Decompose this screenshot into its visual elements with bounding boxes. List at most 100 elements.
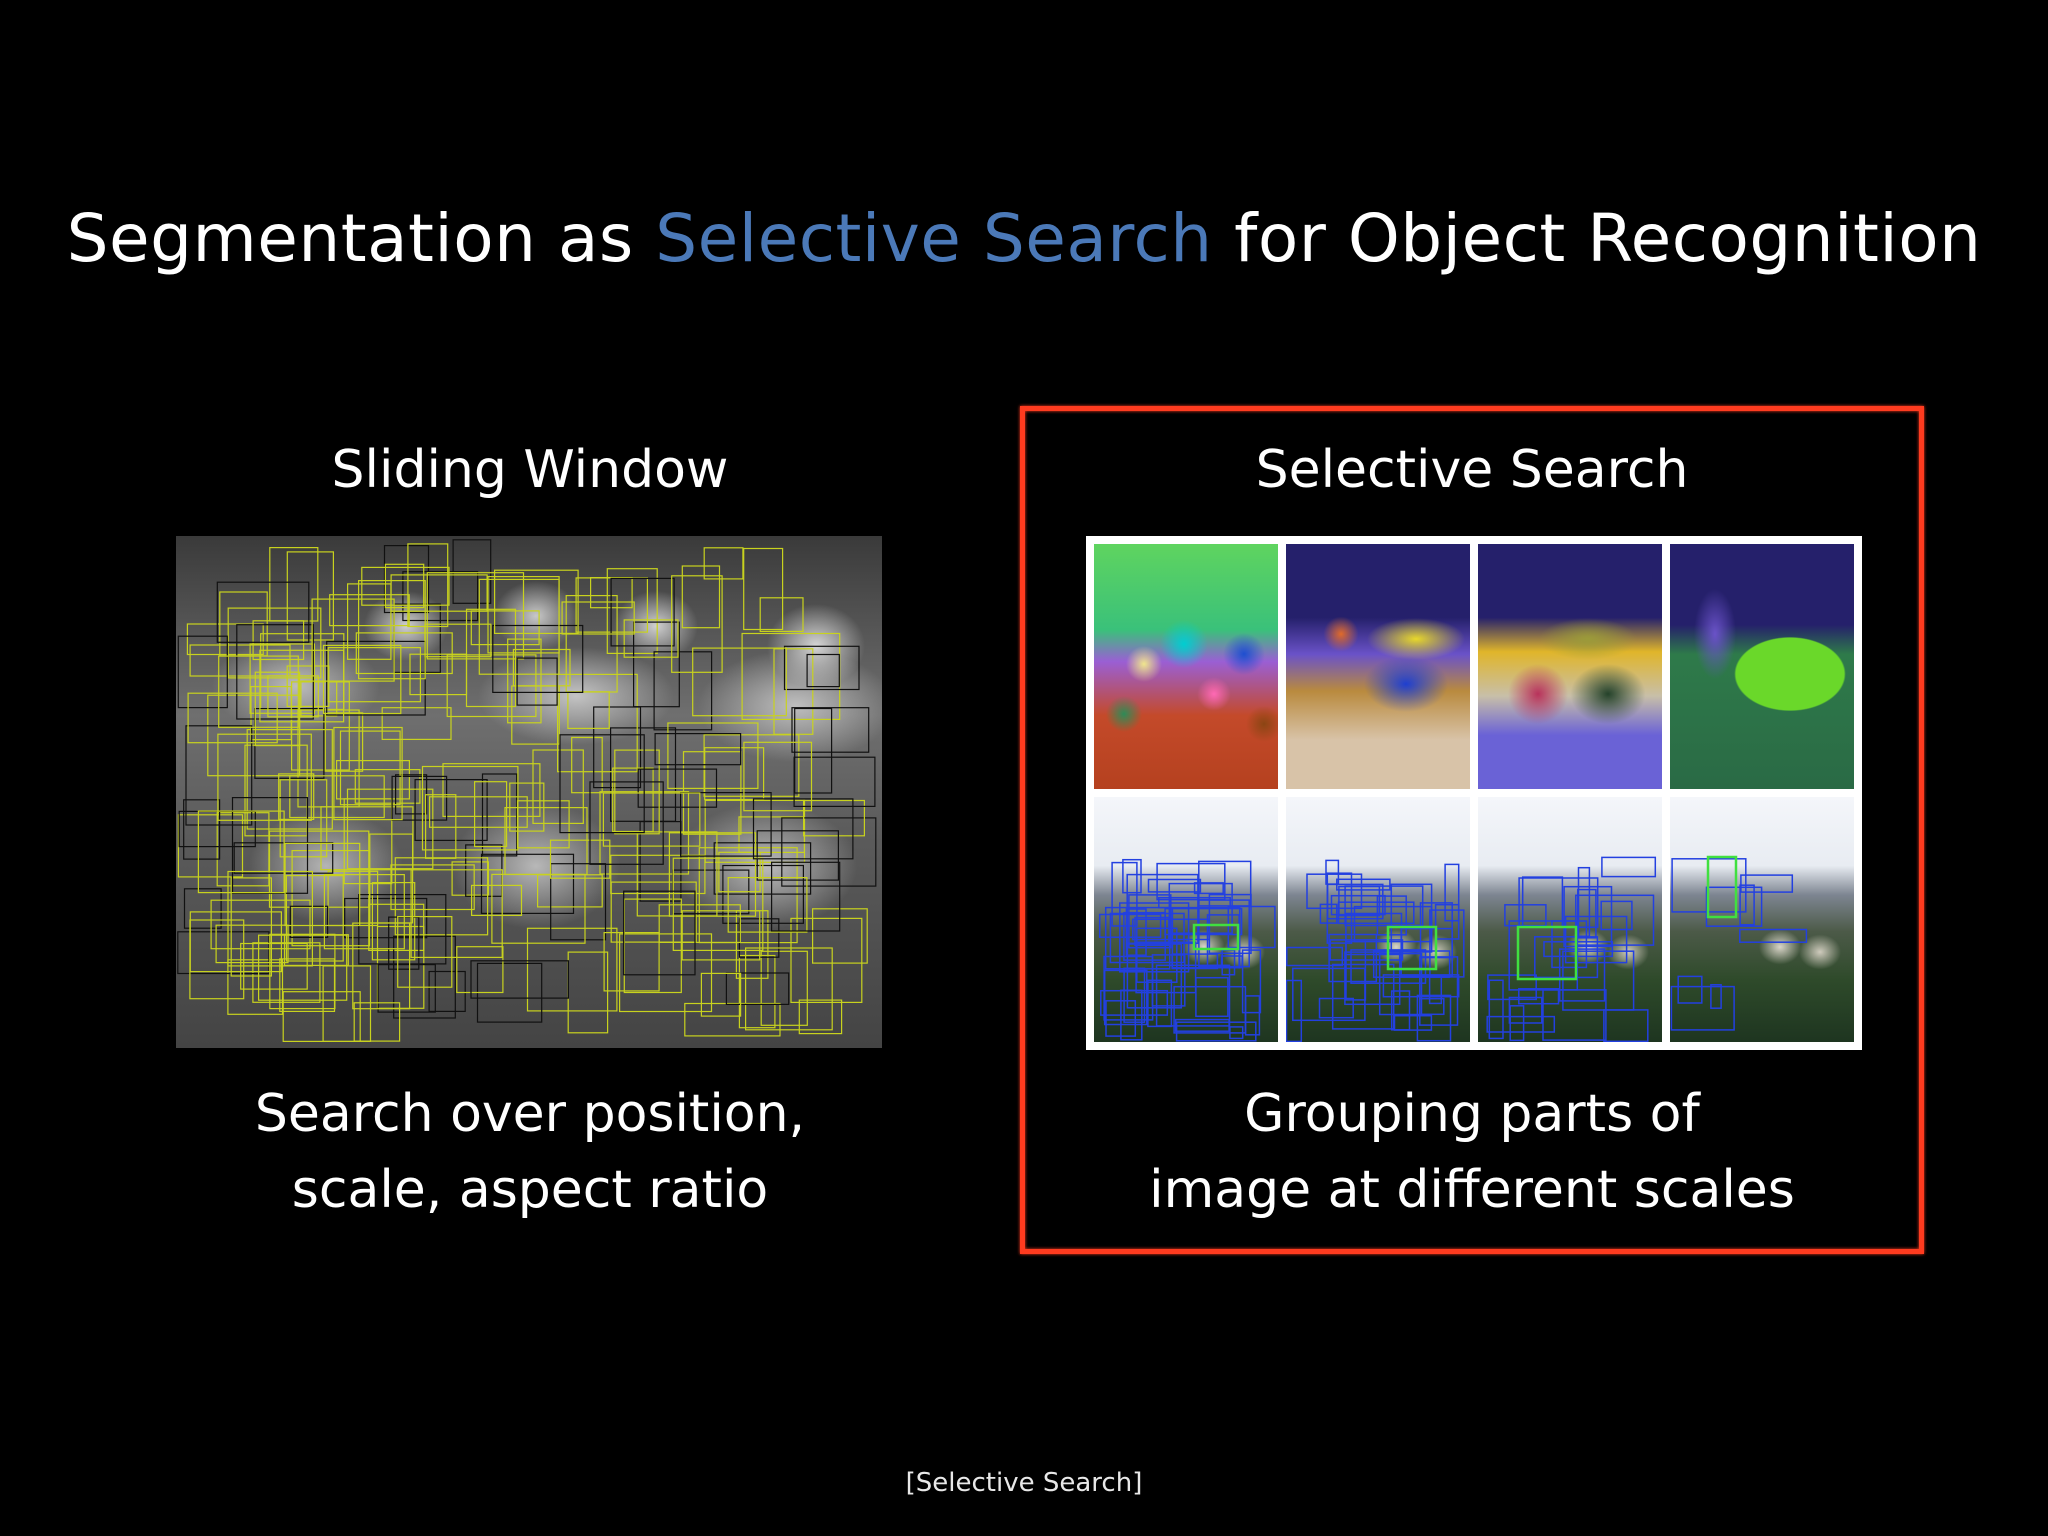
selective-search-image xyxy=(1086,536,1862,1050)
proposals-scale-4 xyxy=(1670,797,1854,1042)
window-box xyxy=(474,781,508,848)
window-box xyxy=(610,577,675,647)
proposal-box xyxy=(1504,904,1547,927)
window-box xyxy=(289,905,329,938)
sliding-window-boxes xyxy=(177,539,877,1043)
window-box xyxy=(442,763,541,817)
window-box xyxy=(428,970,466,1013)
window-box xyxy=(743,547,784,631)
window-box xyxy=(783,645,860,691)
window-box xyxy=(381,707,452,740)
proposals-scale-2 xyxy=(1286,797,1470,1042)
proposal-boxes xyxy=(1286,859,1465,1042)
proposal-box xyxy=(1147,878,1202,893)
segmentation-scale-4 xyxy=(1670,544,1854,789)
slide-title: Segmentation as Selective Search for Obj… xyxy=(0,200,2048,277)
window-box xyxy=(549,839,611,879)
window-box xyxy=(429,796,528,828)
sliding-window-image xyxy=(176,536,882,1048)
window-box xyxy=(355,632,453,675)
window-box xyxy=(703,547,744,580)
proposal-box xyxy=(1521,876,1564,928)
window-box xyxy=(269,547,319,622)
window-box xyxy=(358,579,426,680)
window-box xyxy=(320,806,414,871)
citation-footnote: [Selective Search] xyxy=(905,1468,1143,1498)
segmentation-scale-3 xyxy=(1478,544,1662,789)
proposal-box xyxy=(1710,984,1722,1009)
window-box xyxy=(593,706,642,789)
window-box xyxy=(233,842,334,874)
window-box xyxy=(186,623,264,656)
sliding-window-caption-line2: scale, aspect ratio xyxy=(291,1160,769,1220)
title-suffix: for Object Recognition xyxy=(1212,200,1982,277)
proposal-box xyxy=(1318,997,1354,1019)
window-box xyxy=(397,916,453,988)
proposal-boxes xyxy=(1670,855,1808,1031)
segmentation-scale-1 xyxy=(1094,544,1278,789)
window-box xyxy=(561,601,635,635)
window-box xyxy=(798,999,843,1035)
proposal-box xyxy=(1286,979,1303,1042)
window-box xyxy=(377,964,436,1013)
proposal-box xyxy=(1286,946,1344,967)
window-box xyxy=(653,651,713,731)
window-box xyxy=(183,799,221,860)
window-box xyxy=(322,644,402,715)
window-box xyxy=(491,873,586,944)
selected-proposal-box xyxy=(1386,925,1438,971)
window-box xyxy=(286,551,335,641)
window-box xyxy=(282,991,361,1043)
window-box xyxy=(189,644,291,677)
proposal-box xyxy=(1418,997,1445,1016)
window-box xyxy=(692,647,787,717)
proposal-box xyxy=(1677,975,1703,1004)
proposals-scale-1 xyxy=(1094,797,1278,1042)
window-box xyxy=(567,691,610,730)
proposal-box xyxy=(1122,858,1142,894)
proposal-box xyxy=(1103,955,1154,1021)
proposal-box xyxy=(1740,874,1794,893)
window-box xyxy=(456,946,504,994)
window-box xyxy=(177,931,270,975)
title-highlight: Selective Search xyxy=(655,200,1213,277)
window-box xyxy=(603,932,660,992)
slide: Segmentation as Selective Search for Obj… xyxy=(0,0,2048,1536)
window-box xyxy=(602,792,701,847)
sliding-window-heading: Sliding Window xyxy=(331,440,729,500)
window-box xyxy=(409,653,468,696)
proposal-boxes xyxy=(1098,858,1276,1042)
selective-search-caption-line1: Grouping parts of xyxy=(1244,1084,1700,1144)
window-box xyxy=(424,623,492,658)
window-box xyxy=(704,747,765,801)
window-box xyxy=(284,842,361,927)
window-box xyxy=(589,781,664,865)
selective-search-caption-line2: image at different scales xyxy=(1149,1160,1795,1220)
window-box xyxy=(681,910,761,961)
window-box xyxy=(376,925,425,1009)
proposal-box xyxy=(1393,1014,1433,1031)
proposal-box xyxy=(1416,994,1452,1042)
window-box xyxy=(791,707,870,753)
segmentation-scale-2 xyxy=(1286,544,1470,789)
proposal-box xyxy=(1486,1015,1556,1033)
selected-proposal-box xyxy=(1516,925,1578,981)
proposal-box xyxy=(1705,886,1763,927)
proposal-box xyxy=(1670,985,1735,1031)
proposals-scale-3 xyxy=(1478,797,1662,1042)
window-box xyxy=(684,1002,781,1037)
window-box xyxy=(738,816,806,853)
window-box xyxy=(738,954,776,1029)
window-box xyxy=(703,734,800,797)
window-box xyxy=(759,597,804,632)
window-box xyxy=(571,736,603,794)
proposal-box xyxy=(1739,928,1808,943)
proposal-box xyxy=(1195,976,1229,1018)
window-box xyxy=(537,874,603,908)
window-box xyxy=(227,607,322,679)
proposal-box xyxy=(1244,995,1261,1036)
window-box xyxy=(227,959,284,1015)
window-box xyxy=(187,692,278,744)
proposal-box xyxy=(1134,916,1170,947)
window-box xyxy=(327,646,421,703)
